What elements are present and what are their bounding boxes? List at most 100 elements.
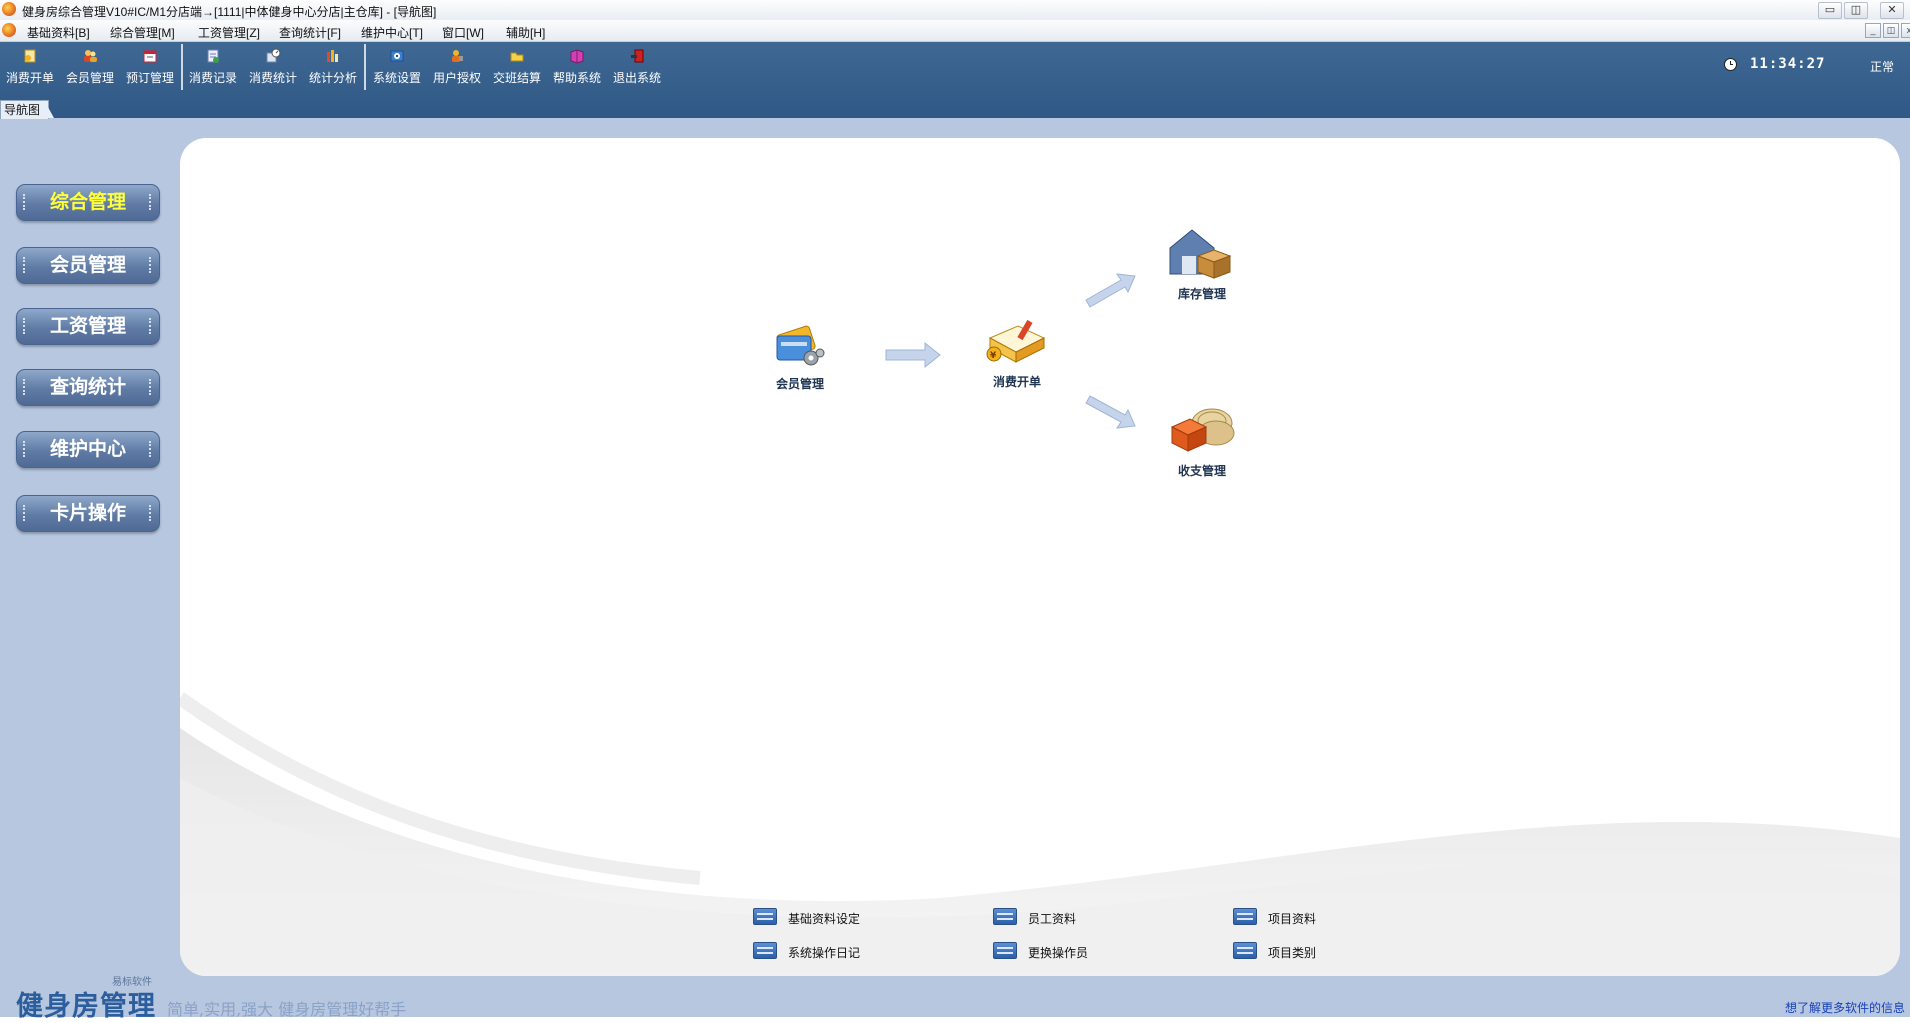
sidebar-item-query-stats[interactable]: 查询统计 <box>16 369 160 406</box>
menu-maintenance[interactable]: 维护中心[T] <box>361 24 423 41</box>
mdi-restore-button[interactable]: ◫ <box>1883 23 1899 38</box>
sidebar-item-card-operations[interactable]: 卡片操作 <box>16 495 160 532</box>
flow-node-bill[interactable]: ¥ 消费开单 <box>982 318 1052 390</box>
quick-link-label: 员工资料 <box>1028 912 1077 926</box>
flow-node-inventory-label: 库存管理 <box>1177 287 1226 301</box>
grip-icon <box>149 379 153 395</box>
sidebar-item-maintenance-center[interactable]: 维护中心 <box>16 431 160 468</box>
coins-icon <box>1170 408 1235 452</box>
mdi-close-button[interactable]: x <box>1901 23 1910 38</box>
sidebar-item-label: 维护中心 <box>49 438 126 460</box>
restore-button[interactable]: ◫ <box>1844 2 1868 19</box>
toolbar-separator <box>181 44 183 90</box>
sidebar-item-label: 工资管理 <box>49 315 126 337</box>
flow-arrows <box>885 273 1136 429</box>
clock-display: 11:34:27 <box>1750 56 1826 72</box>
menu-basic-data[interactable]: 基础资料[B] <box>27 24 90 41</box>
flow-node-finance-label: 收支管理 <box>1177 464 1226 478</box>
grip-icon <box>23 194 27 210</box>
menu-query-stats[interactable]: 查询统计[F] <box>279 24 341 41</box>
app-logo-icon <box>2 2 16 16</box>
mdi-minimize-button[interactable]: _ <box>1865 23 1881 38</box>
toolbar-analysis-label: 统计分析 <box>308 71 357 85</box>
toolbar-user-auth-label: 用户授权 <box>432 71 481 85</box>
navigation-panel: 会员管理 ¥ 消费开单 库存管理 收支管理 <box>180 138 1900 976</box>
tab-navigation-map[interactable]: 导航图 <box>0 100 49 119</box>
brand-title: 健身房管理 <box>16 991 156 1022</box>
menu-payroll[interactable]: 工资管理[Z] <box>198 24 260 41</box>
member-card-icon <box>776 325 825 366</box>
toolbar-bill-label: 消费开单 <box>5 71 54 85</box>
quick-link-label: 基础资料设定 <box>788 912 861 926</box>
members-icon <box>82 48 98 64</box>
records-icon <box>205 48 221 64</box>
toolbar-analysis-button[interactable]: 统计分析 <box>305 48 361 90</box>
toolbar-shift-settlement-button[interactable]: 交班结算 <box>489 48 545 90</box>
sidebar-item-label: 查询统计 <box>49 376 126 398</box>
quick-link-label: 系统操作日记 <box>788 946 861 960</box>
sidebar-item-label: 卡片操作 <box>49 502 126 524</box>
brand-slogan: 简单,实用,强大 健身房管理好帮手 <box>167 1000 407 1019</box>
toolbar-bill-button[interactable]: 消费开单 <box>2 48 58 90</box>
flow-node-inventory[interactable]: 库存管理 <box>1164 226 1240 302</box>
grip-icon <box>23 505 27 521</box>
help-icon <box>569 48 585 64</box>
minimize-button[interactable]: ▭ <box>1818 2 1842 19</box>
flow-node-member[interactable]: 会员管理 <box>770 320 830 392</box>
toolbar-members-button[interactable]: 会员管理 <box>62 48 118 90</box>
toolbar-booking-label: 预订管理 <box>125 71 174 85</box>
list-icon <box>1233 908 1257 925</box>
grip-icon <box>23 318 27 334</box>
svg-text:¥: ¥ <box>990 351 997 361</box>
quick-link-label: 项目类别 <box>1268 946 1317 960</box>
tab-edge <box>44 100 54 118</box>
menu-help[interactable]: 辅助[H] <box>506 24 545 41</box>
grip-icon <box>23 379 27 395</box>
more-info-link[interactable]: 想了解更多软件的信息 <box>1785 999 1905 1016</box>
sidebar-item-member-management[interactable]: 会员管理 <box>16 247 160 284</box>
toolbar-user-auth-button[interactable]: 用户授权 <box>429 48 485 90</box>
toolbar-consumption-stats-label: 消费统计 <box>248 71 297 85</box>
flow-node-bill-label: 消费开单 <box>992 375 1041 389</box>
grip-icon <box>23 257 27 273</box>
toolbar-help-label: 帮助系统 <box>552 71 601 85</box>
sidebar-item-integrated-management[interactable]: 综合管理 <box>16 184 160 221</box>
menu-window[interactable]: 窗口[W] <box>442 24 484 41</box>
grip-icon <box>23 441 27 457</box>
shift-settlement-icon <box>509 48 525 64</box>
flow-node-finance[interactable]: 收支管理 <box>1164 403 1240 479</box>
list-icon <box>993 942 1017 959</box>
close-button[interactable]: ✕ <box>1880 2 1904 19</box>
window-title: 健身房综合管理V10#IC/M1分店端→[1111|中体健身中心分店|主仓库] … <box>22 5 437 19</box>
toolbar-members-label: 会员管理 <box>65 71 114 85</box>
toolbar-records-label: 消费记录 <box>188 71 237 85</box>
status-text: 正常 <box>1870 60 1895 74</box>
menu-app-icon[interactable] <box>2 23 16 37</box>
bill-icon <box>22 48 38 64</box>
toolbar-booking-button[interactable]: 预订管理 <box>122 48 178 90</box>
toolbar-shift-settlement-label: 交班结算 <box>492 71 541 85</box>
quick-link-label: 更换操作员 <box>1028 946 1089 960</box>
grip-icon <box>149 441 153 457</box>
sidebar-item-payroll-management[interactable]: 工资管理 <box>16 308 160 345</box>
grip-icon <box>149 257 153 273</box>
booking-icon <box>142 48 158 64</box>
toolbar-exit-label: 退出系统 <box>612 71 661 85</box>
menu-integrated-management[interactable]: 综合管理[M] <box>110 24 175 41</box>
grip-icon <box>149 505 153 521</box>
toolbar: 消费开单 会员管理 预订管理 消费记录 消费统计 统计分析 系统设置 用户授权 … <box>0 42 1910 118</box>
list-icon <box>753 908 777 925</box>
grip-icon <box>149 318 153 334</box>
flow-node-member-label: 会员管理 <box>775 377 824 391</box>
toolbar-consumption-stats-button[interactable]: 消费统计 <box>245 48 301 90</box>
title-bar: 健身房综合管理V10#IC/M1分店端→[1111|中体健身中心分店|主仓库] … <box>0 0 1910 21</box>
toolbar-records-button[interactable]: 消费记录 <box>185 48 241 90</box>
toolbar-settings-button[interactable]: 系统设置 <box>369 48 425 90</box>
toolbar-exit-button[interactable]: 退出系统 <box>609 48 665 90</box>
toolbar-help-button[interactable]: 帮助系统 <box>549 48 605 90</box>
sidebar-item-label: 综合管理 <box>49 191 126 213</box>
user-auth-icon <box>449 48 465 64</box>
toolbar-separator <box>364 44 366 90</box>
sidebar-item-label: 会员管理 <box>49 254 126 276</box>
consumption-stats-icon <box>265 48 281 64</box>
